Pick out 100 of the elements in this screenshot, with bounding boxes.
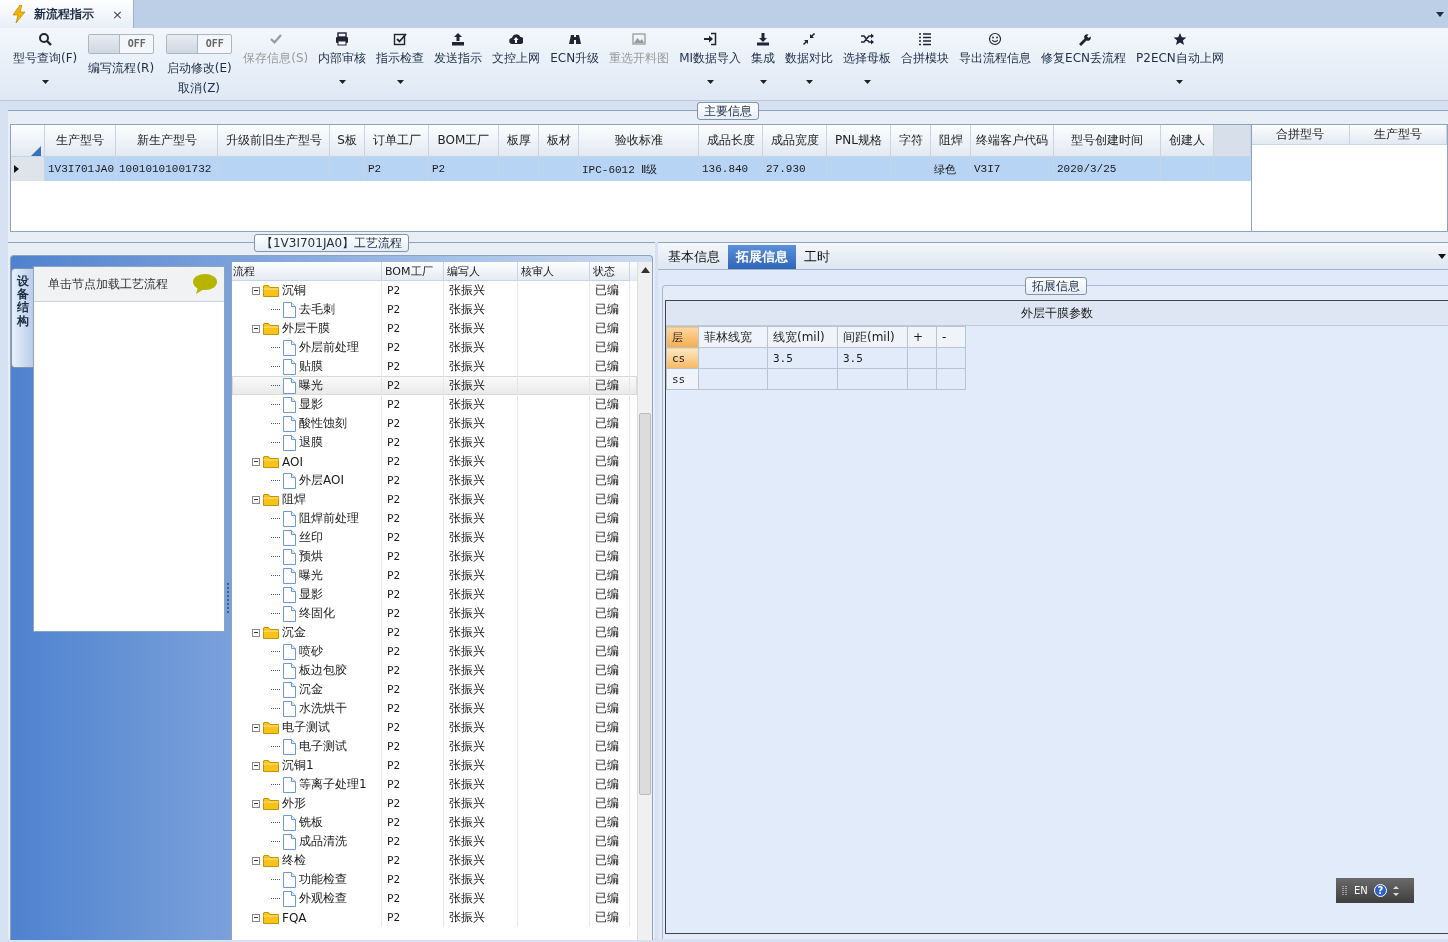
column-header[interactable]: 生产型号 [1349, 125, 1447, 145]
toggle-switch[interactable]: OFF [166, 34, 233, 54]
tree-row[interactable]: 外观检查 P2 张振兴 已编 [232, 889, 637, 908]
tree-row[interactable]: AOI P2 张振兴 已编 [232, 452, 637, 471]
tree-row[interactable]: 去毛刺 P2 张振兴 已编 [232, 300, 637, 319]
tree-row[interactable]: 显影 P2 张振兴 已编 [232, 585, 637, 604]
side-tab[interactable]: 设备结构 [11, 268, 33, 368]
tree-row[interactable]: 外形 P2 张振兴 已编 [232, 794, 637, 813]
column-header[interactable]: 成品长度 [699, 125, 763, 157]
caret-icon[interactable] [1176, 78, 1184, 84]
scroll-up-icon[interactable] [640, 267, 650, 273]
tree-row[interactable]: 终固化 P2 张振兴 已编 [232, 604, 637, 623]
tree-row[interactable]: 曝光 P2 张振兴 已编 [232, 376, 637, 395]
row-header[interactable]: cs [666, 347, 699, 369]
collapse-icon[interactable] [252, 628, 260, 637]
dropdown-icon[interactable] [1438, 253, 1446, 259]
column-header[interactable]: PNL规格 [827, 125, 891, 157]
column-header[interactable]: 字符 [891, 125, 931, 157]
tree-row[interactable]: 板边包胶 P2 张振兴 已编 [232, 661, 637, 680]
toolbar-button[interactable]: 指示检查 [371, 28, 430, 94]
toolbar-button[interactable]: 选择母板 [838, 28, 897, 94]
collapse-icon[interactable] [252, 761, 260, 770]
toolbar-button[interactable]: 内部审核 [313, 28, 372, 94]
column-header[interactable]: 状态 [590, 262, 630, 281]
collapse-icon[interactable] [252, 799, 260, 808]
tree-row[interactable]: 显影 P2 张振兴 已编 [232, 395, 637, 414]
caret-icon[interactable] [706, 78, 714, 84]
tree-row[interactable]: 沉铜1 P2 张振兴 已编 [232, 756, 637, 775]
toolbar-button[interactable]: P2ECN自动上网 [1131, 28, 1229, 94]
column-header[interactable]: 板材 [539, 125, 579, 157]
column-header[interactable]: 编写人 [444, 262, 518, 281]
column-header[interactable]: 阻焊 [931, 125, 971, 157]
toolbar-button[interactable]: 集成 [746, 28, 781, 94]
toolbar-button[interactable]: 修复ECN丢流程 [1036, 28, 1132, 94]
tree-row[interactable]: 酸性蚀刻 P2 张振兴 已编 [232, 414, 637, 433]
collapse-icon[interactable] [252, 856, 260, 865]
column-header[interactable]: 订单工厂 [365, 125, 429, 157]
collapse-icon[interactable] [252, 457, 260, 466]
column-header[interactable]: 合拼型号 [1252, 125, 1350, 145]
column-header[interactable]: BOM工厂 [429, 125, 499, 157]
toggle-switch[interactable]: OFF [88, 34, 155, 54]
collapse-icon[interactable] [252, 495, 260, 504]
toolbar-button[interactable]: 文控上网 [487, 28, 546, 94]
collapse-icon[interactable] [252, 913, 260, 922]
tab[interactable]: 拓展信息 [728, 245, 796, 269]
tree-row[interactable]: 外层干膜 P2 张振兴 已编 [232, 319, 637, 338]
column-header[interactable]: 核审人 [518, 262, 590, 281]
tree-row[interactable]: 沉铜 P2 张振兴 已编 [232, 281, 637, 300]
toolbar-button[interactable]: 数据对比 [780, 28, 839, 94]
column-header[interactable]: 成品宽度 [763, 125, 827, 157]
toolbar-button[interactable]: ECN升级 [545, 28, 605, 94]
column-header[interactable]: 创建人 [1161, 125, 1214, 157]
tree-row[interactable]: 退膜 P2 张振兴 已编 [232, 433, 637, 452]
tree-row[interactable]: 等离子处理1 P2 张振兴 已编 [232, 775, 637, 794]
scrollbar[interactable] [637, 262, 652, 940]
column-header[interactable]: - [942, 330, 947, 344]
tree-row[interactable]: 外层AOI P2 张振兴 已编 [232, 471, 637, 490]
tree-row[interactable]: 沉金 P2 张振兴 已编 [232, 680, 637, 699]
close-icon[interactable]: × [112, 6, 123, 22]
tree-row[interactable]: 阻焊 P2 张振兴 已编 [232, 490, 637, 509]
tab[interactable]: 工时 [796, 245, 838, 269]
tree-row[interactable]: 喷砂 P2 张振兴 已编 [232, 642, 637, 661]
collapse-icon[interactable] [252, 723, 260, 732]
tree-row[interactable]: 阻焊前处理 P2 张振兴 已编 [232, 509, 637, 528]
column-header[interactable]: 升级前旧生产型号 [218, 125, 330, 157]
caret-icon[interactable] [338, 78, 346, 84]
caret-icon[interactable] [41, 78, 49, 84]
tree-row[interactable]: 电子测试 P2 张振兴 已编 [232, 718, 637, 737]
column-header[interactable]: 板厚 [499, 125, 539, 157]
collapse-icon[interactable] [252, 324, 260, 333]
tree-row[interactable]: 沉金 P2 张振兴 已编 [232, 623, 637, 642]
tree-row[interactable]: FQA P2 张振兴 已编 [232, 908, 637, 927]
tree-row[interactable]: 外层前处理 P2 张振兴 已编 [232, 338, 637, 357]
tree-row[interactable]: 功能检查 P2 张振兴 已编 [232, 870, 637, 889]
tree-row[interactable]: 铣板 P2 张振兴 已编 [232, 813, 637, 832]
collapse-icon[interactable] [252, 286, 260, 295]
caret-icon[interactable] [863, 78, 871, 84]
toolbar-button[interactable]: 型号查询(F) [8, 28, 83, 94]
grip-icon[interactable] [1342, 884, 1348, 897]
toolbar-button[interactable]: MI数据导入 [674, 28, 747, 94]
dropdown-icon[interactable] [1436, 11, 1444, 17]
caret-icon[interactable] [805, 78, 813, 84]
toolbar-button[interactable]: 合拼模块 [896, 28, 955, 94]
toolbar-button[interactable]: 导出流程信息 [954, 28, 1037, 94]
document-tab[interactable]: 新流程指示 × [0, 0, 134, 28]
tree-row[interactable]: 丝印 P2 张振兴 已编 [232, 528, 637, 547]
tab[interactable]: 基本信息 [660, 245, 728, 269]
caret-icon[interactable] [396, 78, 404, 84]
tree-row[interactable]: 水洗烘干 P2 张振兴 已编 [232, 699, 637, 718]
table-row[interactable]: 1V3I701JA0 10010101001732 P2 P2 IPC-6012 Ⅱ级 136.840 27.930 绿色 V3I7 2020/3/25 [11, 157, 1251, 181]
tree-row[interactable]: 电子测试 P2 张振兴 已编 [232, 737, 637, 756]
column-header[interactable]: 流程 [232, 262, 382, 281]
column-header[interactable]: BOM工厂 [382, 262, 444, 281]
column-header[interactable]: 型号创建时间 [1054, 125, 1161, 157]
column-header[interactable]: 生产型号 [45, 125, 116, 157]
column-header[interactable]: 终端客户代码 [971, 125, 1054, 157]
tree-row[interactable]: 终检 P2 张振兴 已编 [232, 851, 637, 870]
help-button[interactable]: ? [1373, 884, 1387, 897]
toolbar-button[interactable]: 发送指示 [429, 28, 488, 94]
tree-row[interactable]: 预烘 P2 张振兴 已编 [232, 547, 637, 566]
